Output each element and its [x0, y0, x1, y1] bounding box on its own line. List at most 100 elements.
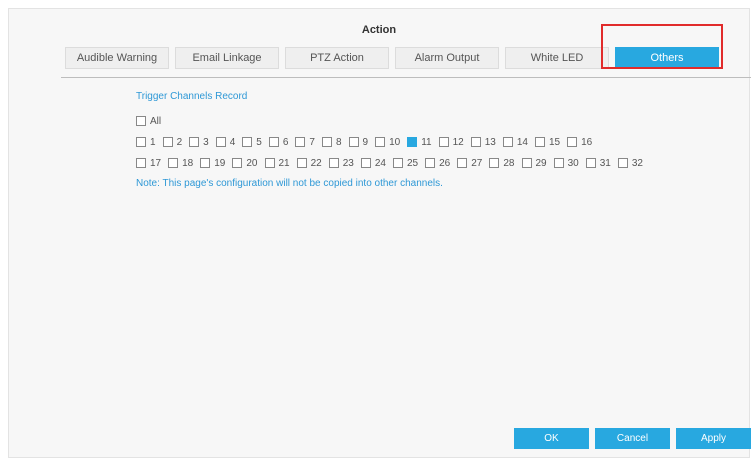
ok-button[interactable]: OK [514, 428, 589, 449]
checkbox-box[interactable] [393, 158, 403, 168]
channel-label: 8 [335, 136, 342, 148]
tab-white-led[interactable]: White LED [505, 47, 609, 69]
channel-label: 31 [599, 157, 611, 169]
checkbox-box[interactable] [136, 158, 146, 168]
channel-label: 22 [310, 157, 322, 169]
checkbox-box[interactable] [200, 158, 211, 168]
all-row: All [136, 115, 650, 127]
channel-checkbox[interactable]: 15 [534, 137, 560, 148]
tab-others[interactable]: Others [615, 47, 719, 69]
channel-checkbox[interactable]: 25 [393, 158, 418, 169]
channel-label: 9 [362, 136, 369, 148]
checkbox-box[interactable] [268, 137, 279, 147]
checkbox-box[interactable] [232, 158, 243, 168]
checkbox-box[interactable] [162, 137, 173, 147]
checkbox-box[interactable] [375, 137, 386, 147]
checkbox-box[interactable] [534, 137, 545, 147]
channel-label: 4 [229, 136, 236, 148]
channels-row-1: 1 2 3 4 5 6 7 8 9 10 11 12 13 14 15 16 [136, 136, 650, 148]
checkbox-box[interactable] [425, 158, 436, 168]
checkbox-box[interactable] [136, 116, 146, 126]
checkbox-box[interactable] [457, 158, 468, 168]
channel-label: 2 [176, 136, 183, 148]
checkbox-box[interactable] [502, 137, 513, 147]
tab-divider [61, 77, 751, 78]
tab-audible-warning[interactable]: Audible Warning [65, 47, 169, 69]
channel-label: 12 [452, 136, 464, 148]
checkbox-box[interactable] [189, 137, 200, 147]
channel-checkbox[interactable]: 30 [553, 157, 579, 169]
checkbox-box[interactable] [567, 137, 578, 147]
checkbox-box[interactable] [296, 158, 307, 168]
channel-checkbox[interactable]: 23 [328, 158, 354, 169]
channel-label: 30 [567, 157, 579, 169]
channel-checkbox[interactable]: 21 [264, 158, 290, 169]
checkbox-box[interactable] [553, 158, 564, 168]
checkbox-box[interactable] [360, 158, 371, 168]
checkbox-box[interactable] [617, 158, 628, 168]
cancel-button[interactable]: Cancel [595, 428, 670, 449]
channel-checkbox[interactable]: 13 [470, 137, 496, 148]
apply-button[interactable]: Apply [676, 428, 751, 449]
channel-checkbox[interactable]: 29 [521, 157, 547, 169]
checkbox-box[interactable] [438, 137, 449, 147]
button-bar: OK Cancel Apply [514, 428, 753, 449]
checkbox-label: All [150, 115, 162, 127]
channels-row-2: 17 18 19 20 21 22 23 24 25 26 27 28 29 30 31 32 [136, 157, 650, 169]
checkbox-box[interactable] [489, 158, 500, 168]
channel-checkbox[interactable]: 4 [215, 136, 236, 148]
channel-label: 29 [535, 157, 547, 169]
channel-checkbox[interactable]: 31 [585, 157, 611, 169]
checkbox-box[interactable] [242, 137, 253, 147]
channel-checkbox[interactable]: 1 [136, 137, 156, 148]
channel-checkbox[interactable]: 28 [489, 157, 515, 169]
checkbox-box[interactable] [295, 137, 306, 147]
checkbox-box[interactable] [521, 158, 532, 168]
channel-checkbox[interactable]: 5 [242, 137, 262, 148]
channel-label: 14 [516, 136, 528, 148]
channel-label: 28 [503, 157, 515, 169]
checkbox-box[interactable] [328, 158, 339, 168]
channel-label: 25 [407, 157, 419, 169]
checkbox-box[interactable] [585, 158, 596, 168]
checkbox-box[interactable] [321, 137, 332, 147]
channel-checkbox[interactable]: 10 [375, 137, 400, 148]
tab-alarm-output[interactable]: Alarm Output [395, 47, 499, 69]
tab-ptz-action[interactable]: PTZ Action [285, 47, 389, 69]
channel-label: 1 [150, 136, 156, 148]
channel-checkbox[interactable]: 32 [617, 158, 643, 169]
channel-checkbox[interactable]: 8 [321, 136, 342, 148]
channel-label: 6 [282, 136, 289, 148]
channel-checkbox[interactable]: 24 [360, 158, 386, 169]
channel-checkbox[interactable]: 12 [438, 136, 464, 148]
section-title: Trigger Channels Record [136, 91, 248, 102]
channel-label: 26 [439, 157, 451, 169]
channel-checkbox[interactable]: 26 [425, 158, 450, 169]
channel-checkbox[interactable]: 7 [295, 137, 315, 148]
checkbox-box[interactable] [470, 137, 481, 147]
channel-label: 27 [471, 157, 483, 169]
checkbox-box[interactable] [348, 137, 359, 147]
channel-checkbox[interactable]: 11 [407, 137, 432, 148]
checkbox-box[interactable] [407, 137, 418, 147]
channel-checkbox[interactable]: 2 [162, 136, 183, 148]
checkbox-box[interactable] [136, 137, 146, 147]
channel-checkbox[interactable]: 27 [457, 158, 482, 169]
checkbox-box[interactable] [215, 137, 226, 147]
channel-checkbox[interactable]: 16 [567, 137, 592, 148]
channel-checkbox[interactable]: 17 [136, 158, 161, 169]
tab-email-linkage[interactable]: Email Linkage [175, 47, 279, 69]
channel-checkbox[interactable]: 20 [232, 158, 258, 169]
checkbox-box[interactable] [168, 158, 179, 168]
channel-checkbox[interactable]: 22 [296, 157, 322, 169]
all-checkbox[interactable]: All [136, 116, 161, 127]
channel-checkbox[interactable]: 6 [268, 136, 289, 148]
channel-checkbox[interactable]: 14 [502, 136, 528, 148]
channel-checkbox[interactable]: 18 [168, 158, 193, 169]
channel-label: 10 [389, 136, 401, 148]
channel-checkbox[interactable]: 3 [189, 137, 209, 148]
channel-checkbox[interactable]: 19 [200, 158, 225, 169]
trigger-channels-section: Trigger Channels Record All 1 2 3 4 5 6 7 8 9 10 1… [136, 91, 650, 189]
checkbox-box[interactable] [264, 158, 275, 168]
channel-checkbox[interactable]: 9 [348, 136, 369, 148]
